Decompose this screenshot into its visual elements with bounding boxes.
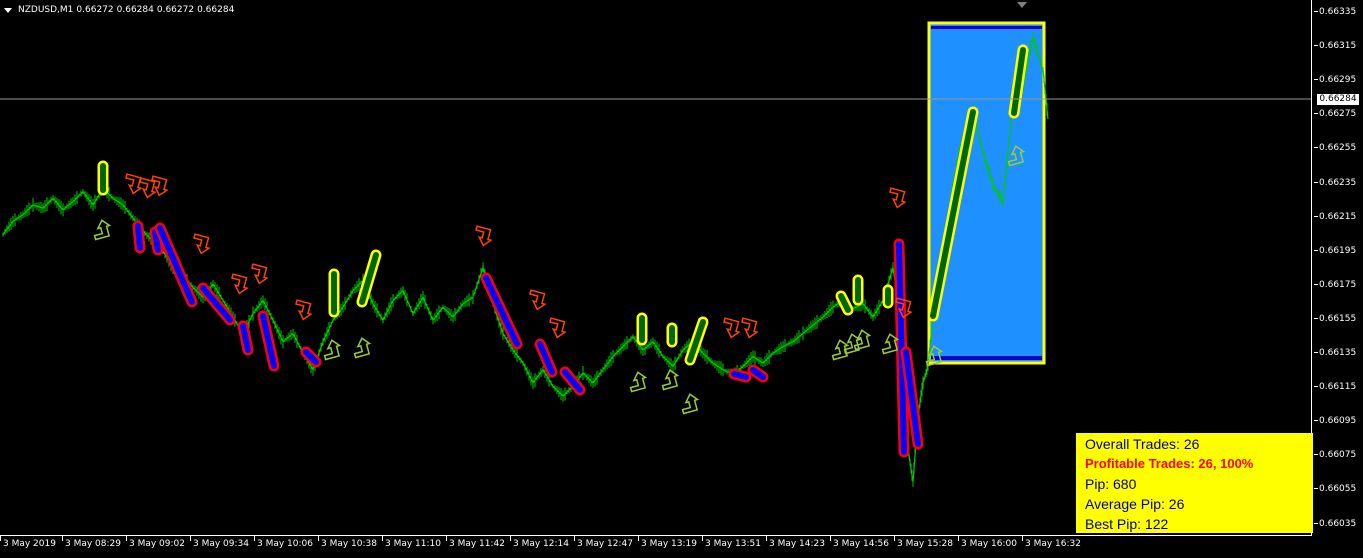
pip-total: Pip: 680 <box>1085 476 1137 492</box>
sell-arrow-icon <box>549 317 567 339</box>
price-tick-label: 0.66335 <box>1314 7 1356 17</box>
overall-trades: Overall Trades: 26 <box>1085 436 1200 452</box>
buy-arrow-icon <box>353 337 372 359</box>
sell-signal-pill <box>135 223 143 251</box>
buy-arrow-icon <box>661 369 680 391</box>
shift-marker-icon[interactable] <box>1017 2 1027 8</box>
buy-arrow <box>93 219 112 241</box>
chart-header: NZDUSD,M1 0.66272 0.66284 0.66272 0.6628… <box>4 3 234 17</box>
buy-arrow-icon <box>323 339 342 361</box>
price-tick-label: 0.66295 <box>1314 75 1356 85</box>
ohlc-open: 0.66272 <box>76 5 114 15</box>
buy-arrow-icon <box>629 371 648 393</box>
buy-arrow <box>629 371 648 393</box>
time-tick-label: 3 May 16:32 <box>1022 536 1081 550</box>
buy-arrow <box>681 393 700 415</box>
time-tick-label: 3 May 14:23 <box>766 536 825 550</box>
sell-arrow <box>889 187 907 209</box>
time-tick-label: 3 May 11:42 <box>446 536 505 550</box>
price-tick-label: 0.66175 <box>1314 280 1356 290</box>
time-tick-label: 3 May 08:29 <box>62 536 121 550</box>
highlight-box-bottom-band <box>931 356 1042 360</box>
stats-panel: Overall Trades: 26 Profitable Trades: 26… <box>1076 433 1313 533</box>
sell-arrow-icon <box>295 299 313 321</box>
sell-arrow <box>193 233 211 255</box>
sell-arrow <box>231 273 249 295</box>
price-tick-label: 0.66075 <box>1314 450 1356 460</box>
buy-arrow <box>353 337 372 359</box>
time-tick-label: 3 May 09:02 <box>126 536 185 550</box>
sell-arrow <box>295 299 313 321</box>
buy-arrow-icon <box>681 393 700 415</box>
current-price-tag: 0.66284 <box>1317 94 1359 105</box>
buy-arrow-icon <box>853 329 872 351</box>
sell-arrow-icon <box>125 173 143 195</box>
dropdown-triangle-icon[interactable] <box>4 7 12 13</box>
sell-arrow <box>475 225 493 247</box>
sell-arrow <box>723 317 741 339</box>
sell-arrow-icon <box>231 273 249 295</box>
sell-arrow-icon <box>723 317 741 339</box>
sell-signal-pill <box>731 371 749 380</box>
price-tick-label: 0.66035 <box>1314 519 1356 529</box>
price-tick-label: 0.66275 <box>1314 109 1356 119</box>
price-axis[interactable]: 0.66335 0.66315 0.66295 0.66275 0.66255 0.662… <box>1312 0 1363 536</box>
sell-arrow <box>549 317 567 339</box>
price-tick-label: 0.66055 <box>1314 484 1356 494</box>
best-pip: Best Pip: 122 <box>1085 516 1169 532</box>
buy-arrow <box>323 339 342 361</box>
sell-signal-pill <box>157 225 195 305</box>
sell-arrow <box>741 317 759 339</box>
ohlc-high: 0.66284 <box>116 5 154 15</box>
price-tick-label: 0.66195 <box>1314 246 1356 256</box>
buy-arrow <box>853 329 872 351</box>
time-axis[interactable]: 3 May 2019 3 May 08:29 3 May 09:02 3 May 09… <box>0 536 1312 558</box>
sell-arrow-icon <box>193 233 211 255</box>
ohlc-close: 0.66284 <box>197 5 235 15</box>
time-tick-label: 3 May 10:38 <box>318 536 377 550</box>
price-tick-label: 0.66115 <box>1314 382 1356 392</box>
time-tick-label: 3 May 2019 <box>0 536 56 550</box>
ohlc-low: 0.66272 <box>156 5 195 15</box>
time-tick-label: 3 May 12:14 <box>510 536 569 550</box>
buy-arrow-icon <box>93 219 112 241</box>
buy-arrow <box>661 369 680 391</box>
price-tick-label: 0.66135 <box>1314 348 1356 358</box>
price-tick-label: 0.66155 <box>1314 314 1356 324</box>
profitable-trades: Profitable Trades: 26, 100% <box>1085 456 1254 471</box>
time-tick-label: 3 May 16:00 <box>958 536 1017 550</box>
time-tick-label: 3 May 11:10 <box>382 536 441 550</box>
price-tick-label: 0.66215 <box>1314 212 1356 222</box>
highlight-box-top-band <box>931 26 1042 29</box>
price-series-line <box>2 36 1049 482</box>
time-tick-label: 3 May 15:28 <box>894 536 953 550</box>
price-tick-label: 0.66315 <box>1314 41 1356 51</box>
price-tick-label: 0.66095 <box>1314 416 1356 426</box>
sell-arrow-icon <box>251 263 269 285</box>
sell-arrow <box>125 173 143 195</box>
time-tick-label: 3 May 12:47 <box>574 536 633 550</box>
sell-arrow-icon <box>475 225 493 247</box>
time-tick-label: 3 May 09:34 <box>190 536 249 550</box>
sell-arrow-icon <box>741 317 759 339</box>
average-pip: Average Pip: 26 <box>1085 496 1185 512</box>
price-tick-label: 0.66235 <box>1314 178 1356 188</box>
time-tick-label: 3 May 10:06 <box>254 536 313 550</box>
sell-arrow-icon <box>889 187 907 209</box>
highlight-trade-box <box>927 21 1046 365</box>
time-tick-label: 3 May 14:56 <box>830 536 889 550</box>
time-tick-label: 3 May 13:19 <box>638 536 697 550</box>
sell-arrow-icon <box>529 289 547 311</box>
sell-arrow <box>251 263 269 285</box>
time-tick-label: 3 May 13:51 <box>702 536 761 550</box>
symbol-label: NZDUSD,M1 <box>18 5 74 15</box>
sell-arrow <box>529 289 547 311</box>
price-tick-label: 0.66255 <box>1314 143 1356 153</box>
